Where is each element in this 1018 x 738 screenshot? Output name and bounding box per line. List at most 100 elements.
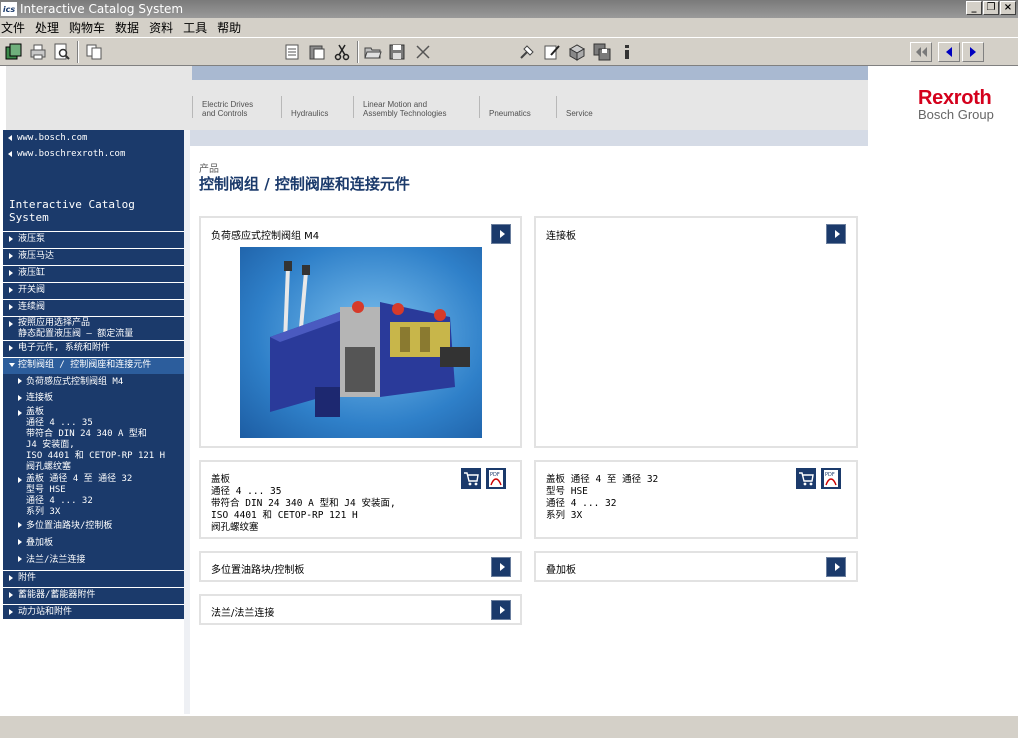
nav-linear-motion[interactable]: Linear Motion and Assembly Technologies: [353, 96, 446, 118]
card-title[interactable]: 法兰/法兰连接: [211, 604, 274, 619]
browser-content: Electric Drives and Controls Hydraulics L…: [0, 66, 1018, 714]
svg-text:PDF: PDF: [490, 472, 500, 478]
brand-name: Rexroth: [918, 87, 992, 109]
clipboard-icon[interactable]: [306, 41, 328, 63]
card-title[interactable]: 叠加板: [546, 561, 576, 576]
sidebar-item-proportional-valves[interactable]: 连续阀: [3, 299, 184, 316]
sidebar-item-accessories[interactable]: 附件: [3, 570, 184, 587]
app-window: ics Interactive Catalog System _ ❐ × 文件 …: [0, 0, 1018, 738]
product-card-connection-plates[interactable]: 连接板: [534, 216, 858, 448]
sidebar-item-flanges[interactable]: 法兰/法兰连接: [3, 552, 184, 569]
brand-group: Bosch Group: [918, 107, 994, 122]
open-arrow-button[interactable]: [826, 224, 846, 244]
notes-icon[interactable]: [281, 41, 303, 63]
sidebar-item-control-blocks[interactable]: 控制阀组 / 控制阀座和连接元件: [3, 357, 184, 374]
product-card-cover-plates-hse[interactable]: 盖板 通径 4 至 通径 32 型号 HSE 通径 4 ... 32 系列 3X…: [534, 460, 858, 539]
status-bar: [0, 714, 1018, 738]
menu-process[interactable]: 处理: [30, 19, 64, 36]
tools-icon[interactable]: [516, 41, 538, 63]
nav-pneumatics[interactable]: Pneumatics: [479, 96, 531, 118]
product-card-flanges[interactable]: 法兰/法兰连接: [199, 594, 522, 625]
header-substripe: [186, 130, 868, 146]
product-card-m4[interactable]: 负荷感应式控制阀组 M4: [199, 216, 522, 448]
open-arrow-button[interactable]: [491, 224, 511, 244]
card-title[interactable]: 连接板: [546, 227, 576, 242]
app-logo: ics: [1, 2, 17, 16]
sidebar-item-cover-plates[interactable]: 盖板 通径 4 ... 35 带符合 DIN 24 340 A 型和 J4 安装…: [3, 406, 184, 473]
sidebar-item-power-units[interactable]: 动力站和附件: [3, 604, 184, 619]
page-title: 控制阀组 / 控制阀座和连接元件: [199, 175, 410, 193]
card-title[interactable]: 负荷感应式控制阀组 M4: [211, 227, 319, 242]
product-card-manifolds[interactable]: 多位置油路块/控制板: [199, 551, 522, 582]
sidebar-item-switching-valves[interactable]: 开关阀: [3, 282, 184, 299]
pdf-icon[interactable]: PDF: [486, 468, 506, 489]
sidebar-item-motors[interactable]: 液压马达: [3, 248, 184, 265]
sidebar-item-electronics[interactable]: 电子元件, 系统和附件: [3, 340, 184, 357]
print-preview-icon[interactable]: [51, 41, 73, 63]
open-arrow-button[interactable]: [826, 557, 846, 577]
product-card-sandwich-plates[interactable]: 叠加板: [534, 551, 858, 582]
card-title[interactable]: 盖板 通径 4 至 通径 32 型号 HSE 通径 4 ... 32 系列 3X: [546, 474, 658, 522]
cart-icon[interactable]: [461, 468, 481, 489]
first-page-icon[interactable]: [910, 42, 932, 62]
sidebar-divider: [184, 130, 190, 714]
nav-hydraulics[interactable]: Hydraulics: [281, 96, 328, 118]
sidebar-item-by-application[interactable]: 按照应用选择产品 静态配置液压阀 – 额定流量: [3, 316, 184, 340]
save-all-icon[interactable]: [591, 41, 613, 63]
window-controls: _ ❐ ×: [966, 1, 1016, 15]
catalog-icon[interactable]: [3, 41, 25, 63]
cut-icon[interactable]: [331, 41, 353, 63]
toolbar: [0, 37, 1018, 66]
close-window-button[interactable]: ×: [1000, 1, 1016, 15]
forward-icon[interactable]: [962, 42, 984, 62]
sidebar-title: Interactive Catalog System: [9, 198, 135, 224]
product-image[interactable]: [240, 247, 482, 438]
cart-icon[interactable]: [796, 468, 816, 489]
restore-button[interactable]: ❐: [983, 1, 999, 15]
pdf-icon[interactable]: PDF: [821, 468, 841, 489]
sidebar-item-manifolds[interactable]: 多位置油路块/控制板: [3, 518, 184, 535]
edit-icon[interactable]: [541, 41, 563, 63]
nav-electric-drives[interactable]: Electric Drives and Controls: [192, 96, 253, 118]
nav-service[interactable]: Service: [556, 96, 593, 118]
header-stripe: [192, 66, 868, 80]
sidebar-item-pumps[interactable]: 液压泵: [3, 231, 184, 248]
menu-tools[interactable]: 工具: [178, 19, 212, 36]
menu-documents[interactable]: 资料: [144, 19, 178, 36]
menu-help[interactable]: 帮助: [212, 19, 246, 36]
save-icon[interactable]: [386, 41, 408, 63]
print-icon[interactable]: [27, 41, 49, 63]
sidebar-item-connection-plates[interactable]: 连接板: [3, 391, 184, 406]
sidebar: www.bosch.com www.boschrexroth.com Inter…: [3, 130, 184, 619]
toolbar-separator: [77, 41, 79, 63]
menu-bar: 文件 处理 购物车 数据 资料 工具 帮助: [0, 18, 1018, 37]
card-title[interactable]: 多位置油路块/控制板: [211, 561, 304, 576]
card-title[interactable]: 盖板 通径 4 ... 35 带符合 DIN 24 340 A 型和 J4 安装…: [211, 474, 396, 534]
copy-icon[interactable]: [83, 41, 105, 63]
open-arrow-button[interactable]: [491, 557, 511, 577]
back-icon[interactable]: [938, 42, 960, 62]
toolbar-separator: [357, 41, 359, 63]
sidebar-item-accumulators[interactable]: 蓄能器/蓄能器附件: [3, 587, 184, 604]
menu-data[interactable]: 数据: [110, 19, 144, 36]
open-arrow-button[interactable]: [491, 600, 511, 620]
svg-text:PDF: PDF: [825, 472, 835, 478]
brand-logo[interactable]: Rexroth Bosch Group: [918, 88, 994, 122]
link-bosch[interactable]: www.bosch.com: [3, 132, 184, 144]
sidebar-item-cover-plates-hse[interactable]: 盖板 通径 4 至 通径 32 型号 HSE 通径 4 ... 32 系列 3X: [3, 473, 184, 518]
sidebar-item-m4-blocks[interactable]: 负荷感应式控制阀组 M4: [3, 374, 184, 391]
product-card-cover-plates[interactable]: 盖板 通径 4 ... 35 带符合 DIN 24 340 A 型和 J4 安装…: [199, 460, 522, 539]
menu-cart[interactable]: 购物车: [64, 19, 110, 36]
info-icon[interactable]: [616, 41, 638, 63]
title-bar: ics Interactive Catalog System _ ❐ ×: [0, 0, 1018, 18]
top-navigation: Electric Drives and Controls Hydraulics L…: [192, 80, 868, 130]
link-boschrexroth[interactable]: www.boschrexroth.com: [3, 148, 184, 160]
window-title: Interactive Catalog System: [20, 2, 184, 16]
minimize-button[interactable]: _: [966, 1, 982, 15]
open-folder-icon[interactable]: [362, 41, 384, 63]
package-icon[interactable]: [566, 41, 588, 63]
sidebar-item-cylinders[interactable]: 液压缸: [3, 265, 184, 282]
close-icon[interactable]: [412, 41, 434, 63]
sidebar-item-sandwich-plates[interactable]: 叠加板: [3, 535, 184, 552]
menu-file[interactable]: 文件: [0, 19, 30, 36]
